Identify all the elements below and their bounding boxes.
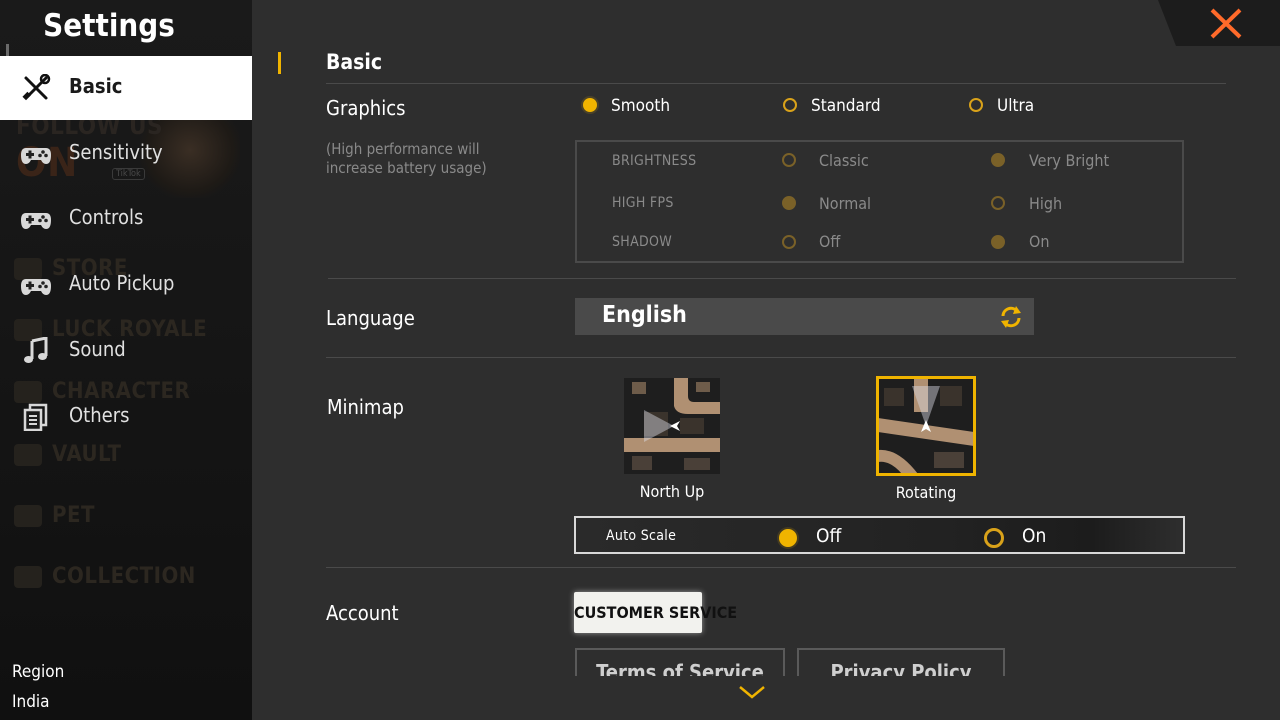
section-title: Basic: [326, 50, 383, 74]
minimap-rotating-thumb[interactable]: [876, 376, 976, 476]
close-icon: [1158, 0, 1280, 46]
auto-scale-on-radio[interactable]: [984, 528, 1004, 548]
graphics-hint: (High performance will increase battery …: [326, 140, 487, 177]
minimap-label: Minimap: [327, 395, 404, 419]
document-icon: [23, 403, 48, 431]
sidebar-item-sound[interactable]: Sound: [0, 319, 252, 383]
brightness-very-bright-label[interactable]: Very Bright: [1029, 151, 1109, 170]
divider: [326, 567, 1236, 568]
graphics-smooth-radio[interactable]: [583, 98, 597, 112]
auto-scale-off-label[interactable]: Off: [816, 525, 841, 547]
customer-service-button[interactable]: CUSTOMER SERVICE: [574, 592, 737, 633]
background-collection-icon: [14, 566, 42, 588]
sidebar-item-label: Sound: [69, 337, 126, 361]
sidebar-item-others[interactable]: Others: [0, 385, 252, 449]
language-label: Language: [326, 306, 415, 330]
language-selector[interactable]: English: [575, 298, 1034, 335]
sidebar-item-sensitivity[interactable]: Sensitivity: [0, 122, 252, 186]
auto-scale-label: Auto Scale: [606, 528, 677, 544]
sidebar-item-auto-pickup[interactable]: Auto Pickup: [0, 253, 252, 317]
sidebar-item-controls[interactable]: Controls: [0, 187, 252, 251]
graphics-ultra-label[interactable]: Ultra: [997, 96, 1034, 116]
page-title: Settings: [43, 8, 175, 44]
divider: [326, 83, 1226, 84]
fps-normal-radio[interactable]: [782, 196, 796, 210]
background-text-pet: PET: [52, 503, 96, 528]
graphics-ultra-radio[interactable]: [969, 98, 983, 112]
graphics-smooth-label[interactable]: Smooth: [611, 96, 670, 116]
sidebar-item-label: Basic: [69, 74, 123, 98]
sidebar-item-label: Sensitivity: [69, 140, 163, 164]
music-note-icon: [24, 337, 48, 363]
gamepad-icon: [21, 213, 51, 229]
gamepad-icon: [21, 279, 51, 295]
terms-of-service-button[interactable]: Terms of Service: [575, 648, 785, 678]
chevron-down-icon[interactable]: [737, 682, 767, 702]
shadow-off-radio[interactable]: [782, 235, 796, 249]
sidebar-item-basic[interactable]: Basic: [0, 56, 252, 120]
fps-high-radio[interactable]: [991, 196, 1005, 210]
brightness-very-bright-radio[interactable]: [991, 153, 1005, 167]
minimap-north-up-thumb[interactable]: [624, 378, 720, 474]
map-rotating-icon: [878, 378, 974, 474]
sidebar-item-label: Others: [69, 403, 130, 427]
tools-icon: [22, 74, 51, 101]
fps-high-label[interactable]: High: [1029, 194, 1062, 213]
language-value: English: [602, 302, 687, 328]
sidebar-item-label: Controls: [69, 205, 144, 229]
graphics-standard-radio[interactable]: [783, 98, 797, 112]
shadow-off-label[interactable]: Off: [819, 232, 840, 251]
refresh-icon[interactable]: [998, 304, 1024, 330]
brightness-classic-radio[interactable]: [782, 153, 796, 167]
auto-scale-on-label[interactable]: On: [1022, 525, 1046, 547]
brightness-label: BRIGHTNESS: [612, 153, 697, 169]
minimap-rotating-label[interactable]: Rotating: [856, 483, 996, 502]
graphics-label: Graphics: [326, 96, 406, 120]
fps-normal-label[interactable]: Normal: [819, 194, 871, 213]
high-fps-label: HIGH FPS: [612, 195, 674, 211]
account-label: Account: [326, 601, 399, 625]
shadow-label: SHADOW: [612, 234, 672, 250]
sidebar: FOLLOW US ON TikTok STORE LUCK ROYALE CH…: [0, 0, 252, 720]
background-text-collection: COLLECTION: [52, 564, 196, 589]
shadow-on-label[interactable]: On: [1029, 232, 1049, 251]
region-value: India: [12, 692, 50, 712]
minimap-north-up-label[interactable]: North Up: [602, 482, 742, 501]
divider: [326, 357, 1236, 358]
close-button[interactable]: [1158, 0, 1280, 46]
section-marker: [278, 52, 281, 74]
region-label: Region: [12, 662, 65, 682]
auto-scale-off-radio[interactable]: [779, 529, 797, 547]
divider: [328, 278, 1236, 279]
map-north-up-icon: [624, 378, 720, 474]
gamepad-icon: [21, 148, 51, 164]
sidebar-item-label: Auto Pickup: [69, 271, 175, 295]
graphics-standard-label[interactable]: Standard: [811, 96, 881, 116]
shadow-on-radio[interactable]: [991, 235, 1005, 249]
brightness-classic-label[interactable]: Classic: [819, 151, 869, 170]
privacy-policy-button[interactable]: Privacy Policy: [797, 648, 1005, 678]
background-pet-icon: [14, 505, 42, 527]
